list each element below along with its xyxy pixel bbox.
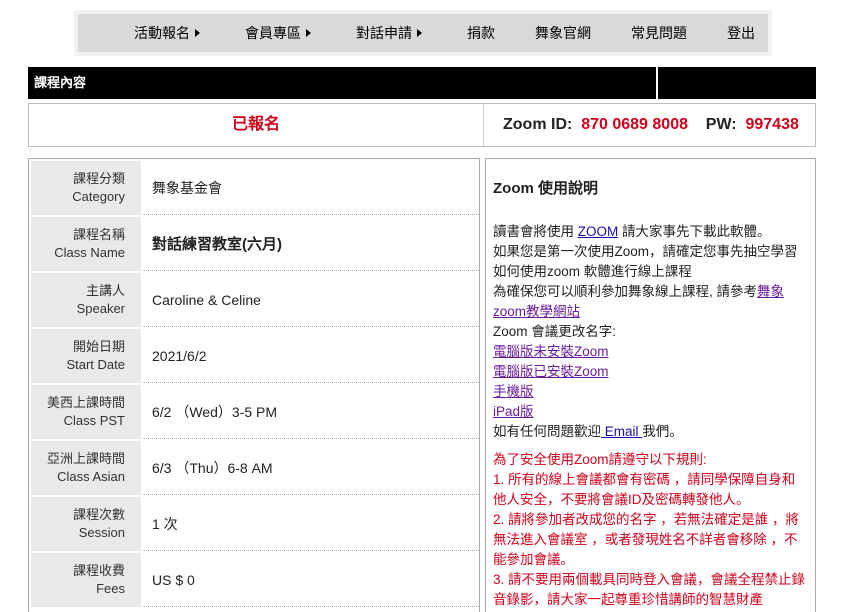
info-value-speaker: Caroline & Celine [143, 273, 479, 327]
header-divider [656, 67, 658, 99]
info-row-speaker: 主講人 Speaker Caroline & Celine [31, 273, 479, 327]
zoom-credentials: Zoom ID: 870 0689 8008 PW: 997438 [503, 104, 799, 146]
tutorial-line: 為確保您可以順利參加舞象線上課程, 請參考舞象zoom教學網站 [493, 282, 808, 322]
nav-item-label: 會員專區 [245, 25, 301, 41]
info-row-start-date: 開始日期 Start Date 2021/6/2 [31, 329, 479, 383]
page-title: 課程內容 [34, 75, 87, 90]
label-zh: 課程名稱 [72, 227, 125, 242]
nav-item-label: 登出 [727, 25, 755, 41]
info-value-start-date: 2021/6/2 [143, 329, 479, 383]
info-value-class-pst: 6/2 （Wed）3-5 PM [143, 385, 479, 439]
zoom-id-value: 870 0689 8008 [581, 116, 688, 133]
info-label: 課程名稱 Class Name [31, 217, 141, 271]
label-zh: 主講人 [85, 283, 125, 298]
caret-right-icon [195, 29, 200, 38]
nav-item-label: 捐款 [467, 25, 495, 41]
label-en: Category [72, 189, 125, 204]
info-label: 課程分類 Category [31, 161, 141, 215]
status-divider [483, 104, 484, 146]
course-header-bar: 課程內容 [28, 67, 816, 99]
nav-item-logout[interactable]: 登出 [727, 14, 755, 52]
label-zh: 美西上課時間 [46, 395, 125, 410]
label-en: Session [78, 525, 125, 540]
nav-item-label: 活動報名 [134, 25, 190, 41]
mobile-link[interactable]: 手機版 [493, 384, 534, 399]
info-label: 課程次數 Session [31, 497, 141, 551]
rule-2: 2. 請將參加者改成您的名字 ，若無法確定是誰 ，將無法進入會議室 ，或者發現姓… [493, 512, 800, 567]
nav-item-label: 對話申請 [356, 25, 412, 41]
text: 讀書會將使用 [493, 224, 578, 239]
zoom-download-link[interactable]: ZOOM [578, 224, 619, 239]
zoom-id-label: Zoom ID: [503, 116, 573, 133]
zoom-pw-label: PW: [705, 116, 737, 133]
label-en: Start Date [66, 357, 125, 372]
zoom-instructions-title: Zoom 使用說明 [493, 180, 598, 197]
zoom-download-line: 讀書會將使用 ZOOM 請大家事先下載此軟體。 [493, 222, 808, 242]
info-value-class-asian: 6/3 （Thu）6-8 AM [143, 441, 479, 495]
registered-status: 已報名 [231, 116, 280, 133]
nav-item-label: 常見問題 [631, 25, 687, 41]
info-row-category: 課程分類 Category 舞象基金會 [31, 161, 479, 215]
label-zh: 課程次數 [72, 507, 125, 522]
course-info-table: 課程分類 Category 舞象基金會 課程名稱 Class Name 對話練習教室… [28, 158, 480, 612]
caret-right-icon [417, 29, 422, 38]
info-row-fees: 課程收費 Fees US $ 0 [31, 553, 479, 607]
pc-zoom-link[interactable]: 電腦版已安裝Zoom [493, 364, 609, 379]
label-zh: 課程收費 [72, 563, 125, 578]
text: 請大家事先下載此軟體。 [618, 224, 771, 239]
info-value-category: 舞象基金會 [143, 161, 479, 215]
safety-rules: 為了安全使用Zoom請遵守以下規則: 1. 所有的線上會議都會有密碼 ，請同學保… [493, 450, 808, 610]
info-row-class-pst: 美西上課時間 Class PST 6/2 （Wed）3-5 PM [31, 385, 479, 439]
nav-item-dialogue[interactable]: 對話申請 [356, 14, 422, 52]
info-label: 亞洲上課時間 Class Asian [31, 441, 141, 495]
registration-status-box: 已報名 Zoom ID: 870 0689 8008 PW: 997438 [28, 103, 816, 147]
header-logo-fragment [380, 0, 440, 6]
nav-item-members[interactable]: 會員專區 [245, 14, 311, 52]
rename-heading: Zoom 會議更改名字: [493, 324, 617, 339]
info-value-session: 1 次 [143, 497, 479, 551]
rules-title: 為了安全使用Zoom請遵守以下規則: [493, 452, 707, 467]
info-row-class-asian: 亞洲上課時間 Class Asian 6/3 （Thu）6-8 AM [31, 441, 479, 495]
nav-item-official-site[interactable]: 舞象官網 [535, 14, 591, 52]
nav-item-label: 舞象官網 [535, 25, 591, 41]
info-row-session: 課程次數 Session 1 次 [31, 497, 479, 551]
label-zh: 開始日期 [72, 339, 125, 354]
zoom-instructions-panel: Zoom 使用說明 讀書會將使用 ZOOM 請大家事先下載此軟體。 如果您是第一… [485, 158, 816, 612]
info-label: 主講人 Speaker [31, 273, 141, 327]
rule-3: 3. 請不要用兩個載具同時登入會議，會議全程禁止錄音錄影，請大家一起尊重珍惜講師… [493, 572, 806, 607]
info-label: 美西上課時間 Class PST [31, 385, 141, 439]
nav-item-donate[interactable]: 捐款 [467, 14, 495, 52]
text: 我們。 [642, 424, 683, 439]
label-zh: 亞洲上課時間 [46, 451, 125, 466]
zoom-instructions-body: 讀書會將使用 ZOOM 請大家事先下載此軟體。 如果您是第一次使用Zoom，請確… [493, 222, 808, 610]
zoom-pw-value: 997438 [745, 116, 799, 133]
nav-item-faq[interactable]: 常見問題 [631, 14, 687, 52]
text: 如有任何問題歡迎 [493, 424, 601, 439]
pc-no-zoom-link[interactable]: 電腦版未安裝Zoom [493, 344, 609, 359]
label-zh: 課程分類 [72, 171, 125, 186]
info-value-class-name: 對話練習教室(六月) [143, 217, 479, 271]
first-time-note: 如果您是第一次使用Zoom，請確定您事先抽空學習如何使用zoom 軟體進行線上課… [493, 244, 798, 279]
nav-item-activities[interactable]: 活動報名 [134, 14, 200, 52]
contact-line: 如有任何問題歡迎 Email 我們。 [493, 422, 808, 442]
ipad-link[interactable]: iPad版 [493, 404, 534, 419]
info-row-class-name: 課程名稱 Class Name 對話練習教室(六月) [31, 217, 479, 271]
info-value-fees: US $ 0 [143, 553, 479, 607]
nav-bar: 活動報名 會員專區 對話申請 捐款 舞象官網 常見問題 登出 [78, 14, 768, 52]
rule-1: 1. 所有的線上會議都會有密碼 ，請同學保障自身和他人安全，不要將會議ID及密碼… [493, 472, 796, 507]
label-en: Class Name [54, 245, 125, 260]
label-en: Class PST [63, 413, 125, 428]
email-link[interactable]: Email [601, 424, 642, 439]
info-label: 開始日期 Start Date [31, 329, 141, 383]
info-label: 課程收費 Fees [31, 553, 141, 607]
label-en: Speaker [76, 301, 125, 316]
label-en: Fees [96, 581, 125, 596]
text: 為確保您可以順利參加舞象線上課程, 請參考 [493, 284, 758, 299]
caret-right-icon [306, 29, 311, 38]
top-navigation: 活動報名 會員專區 對話申請 捐款 舞象官網 常見問題 登出 [74, 10, 772, 56]
label-en: Class Asian [57, 469, 125, 484]
